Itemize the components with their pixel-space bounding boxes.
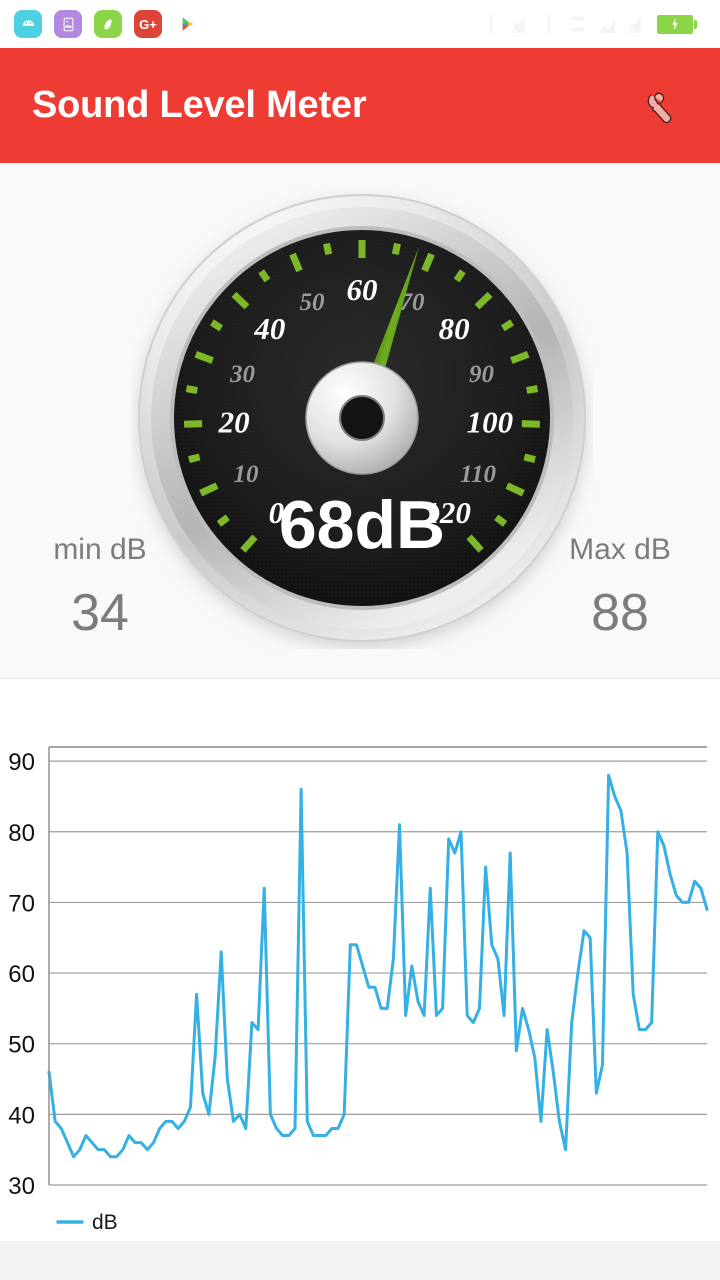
app-bar: Sound Level Meter	[0, 48, 720, 163]
leaf-icon	[94, 10, 122, 38]
status-bar-app-icons: G+	[14, 10, 202, 38]
svg-text:40: 40	[8, 1102, 35, 1129]
sim-card-icon	[572, 16, 584, 32]
svg-text:60: 60	[8, 961, 35, 988]
svg-text:80: 80	[439, 311, 470, 346]
svg-text:20: 20	[218, 404, 250, 439]
app-root: G+ Sound Level Meter min dB 34 Max dB 88…	[0, 0, 720, 1280]
db-history-chart[interactable]: 30 40 50 60 70 80 90 dB	[0, 679, 720, 1241]
chart-legend-label: dB	[92, 1211, 118, 1234]
svg-text:50: 50	[299, 289, 325, 316]
signal-bars-icon	[512, 18, 525, 33]
google-plus-icon: G+	[134, 10, 162, 38]
svg-text:10: 10	[233, 461, 259, 488]
sound-level-gauge: 0 10 20 30 40 50 60 70 80 90 100 110 120 68dB	[131, 187, 593, 649]
settings-button[interactable]	[630, 74, 694, 138]
gauge-value-text: 68dB	[279, 487, 445, 563]
gauge-svg: 01020304050 60 708090100110120 68dB	[138, 194, 586, 642]
svg-text:110: 110	[460, 461, 497, 488]
bluetooth-icon	[489, 15, 493, 33]
status-bar: G+	[0, 0, 720, 48]
svg-text:30: 30	[8, 1173, 35, 1200]
mobile-signal-icon	[628, 18, 641, 33]
gauge-panel: min dB 34 Max dB 88 0 10 20 30 40 50 60 …	[0, 163, 720, 679]
play-store-icon	[174, 10, 202, 38]
wrench-icon	[647, 92, 672, 123]
svg-text:70: 70	[8, 890, 35, 917]
status-bar-system-icons	[483, 14, 712, 34]
app-bar-actions	[630, 74, 694, 138]
photos-icon	[54, 10, 82, 38]
page-title: Sound Level Meter	[32, 84, 367, 126]
sync-icon	[547, 15, 551, 33]
svg-text:40: 40	[253, 311, 285, 346]
svg-text:90: 90	[469, 361, 495, 388]
svg-text:100: 100	[467, 404, 513, 439]
wifi-icon	[599, 18, 615, 33]
svg-text:60: 60	[347, 272, 378, 307]
android-apps-icon	[14, 10, 42, 38]
chart-svg: 30 40 50 60 70 80 90 dB	[0, 679, 720, 1241]
battery-charging-icon	[657, 14, 697, 34]
svg-text:30: 30	[229, 361, 256, 388]
svg-text:80: 80	[8, 820, 35, 847]
svg-text:90: 90	[8, 749, 35, 776]
charging-bolt-icon	[672, 17, 678, 31]
bottom-bar	[0, 1241, 720, 1280]
svg-text:50: 50	[8, 1032, 35, 1059]
